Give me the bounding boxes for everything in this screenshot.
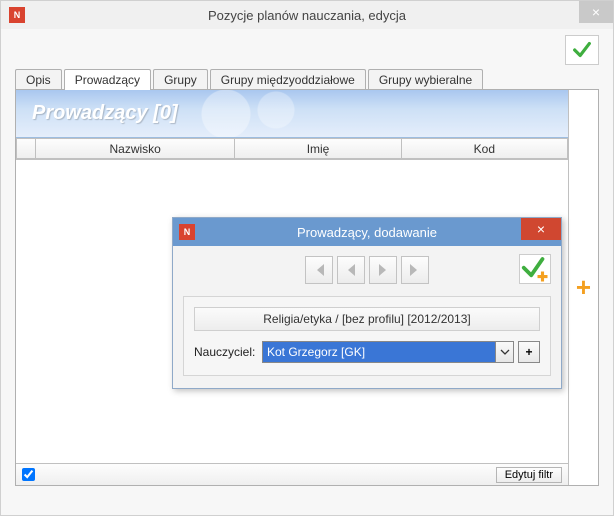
col-imie[interactable]: Imię [235, 138, 401, 159]
column-label: Kod [474, 142, 495, 156]
window-title: Pozycje planów nauczania, edycja [1, 8, 613, 23]
tab-label: Prowadzący [75, 73, 140, 87]
nav-next-button[interactable] [369, 256, 397, 284]
dialog-title: Prowadzący, dodawanie [173, 225, 561, 240]
check-plus-icon [520, 254, 550, 284]
teacher-field-row: Nauczyciel: Kot Grzegorz [GK] + [194, 341, 540, 363]
close-icon: × [537, 221, 545, 237]
row-indicator-header [16, 138, 36, 159]
window-close-button[interactable]: × [579, 1, 613, 23]
col-kod[interactable]: Kod [402, 138, 568, 159]
plus-icon: + [525, 345, 532, 359]
nav-first-button[interactable] [305, 256, 333, 284]
tab-prowadzacy[interactable]: Prowadzący [64, 69, 151, 90]
column-label: Imię [307, 142, 330, 156]
subject-text: Religia/etyka / [bez profilu] [2012/2013… [263, 312, 470, 326]
form-group: Religia/etyka / [bez profilu] [2012/2013… [183, 296, 551, 376]
grid-footer: Edytuj filtr [16, 463, 568, 485]
edit-filter-button[interactable]: Edytuj filtr [496, 467, 562, 483]
nav-row [183, 254, 551, 286]
last-icon [407, 262, 423, 278]
teacher-add-button[interactable]: + [518, 341, 540, 363]
tab-opis[interactable]: Opis [15, 69, 62, 90]
tab-grupy-wybieralne[interactable]: Grupy wybieralne [368, 69, 483, 90]
subject-bar: Religia/etyka / [bez profilu] [2012/2013… [194, 307, 540, 331]
side-rail: + [568, 90, 598, 485]
close-icon: × [592, 4, 600, 20]
teacher-combo[interactable]: Kot Grzegorz [GK] [262, 341, 514, 363]
accept-button[interactable] [565, 35, 599, 65]
chevron-down-icon [500, 347, 510, 357]
check-icon [571, 39, 593, 61]
tab-label: Opis [26, 73, 51, 87]
column-label: Nazwisko [110, 142, 161, 156]
tab-strip: Opis Prowadzący Grupy Grupy międzyoddzia… [15, 69, 599, 90]
nav-prev-button[interactable] [337, 256, 365, 284]
combo-arrow-button[interactable] [495, 342, 513, 362]
next-icon [375, 262, 391, 278]
tab-label: Grupy międzyoddziałowe [221, 73, 355, 87]
tab-grupy-miedzy[interactable]: Grupy międzyoddziałowe [210, 69, 366, 90]
grid-header: Nazwisko Imię Kod [16, 138, 568, 160]
add-row-button[interactable]: + [576, 272, 591, 303]
teacher-combo-value: Kot Grzegorz [GK] [263, 342, 495, 362]
tab-grupy[interactable]: Grupy [153, 69, 208, 90]
dialog-titlebar[interactable]: N Prowadzący, dodawanie × [173, 218, 561, 246]
section-title: Prowadzący [0] [32, 102, 178, 125]
first-icon [311, 262, 327, 278]
dialog-body: Religia/etyka / [bez profilu] [2012/2013… [173, 246, 561, 388]
add-dialog: N Prowadzący, dodawanie × [172, 217, 562, 389]
teacher-label: Nauczyciel: [194, 345, 258, 359]
section-header: Prowadzący [0] [16, 90, 568, 138]
col-nazwisko[interactable]: Nazwisko [36, 138, 235, 159]
filter-checkbox[interactable] [22, 468, 35, 481]
dialog-close-button[interactable]: × [521, 218, 561, 240]
titlebar: N Pozycje planów nauczania, edycja × [1, 1, 613, 29]
dialog-accept-add-button[interactable] [519, 254, 551, 284]
prev-icon [343, 262, 359, 278]
plus-icon: + [576, 272, 591, 302]
tab-label: Grupy wybieralne [379, 73, 472, 87]
tab-label: Grupy [164, 73, 197, 87]
nav-last-button[interactable] [401, 256, 429, 284]
button-label: Edytuj filtr [505, 469, 553, 481]
